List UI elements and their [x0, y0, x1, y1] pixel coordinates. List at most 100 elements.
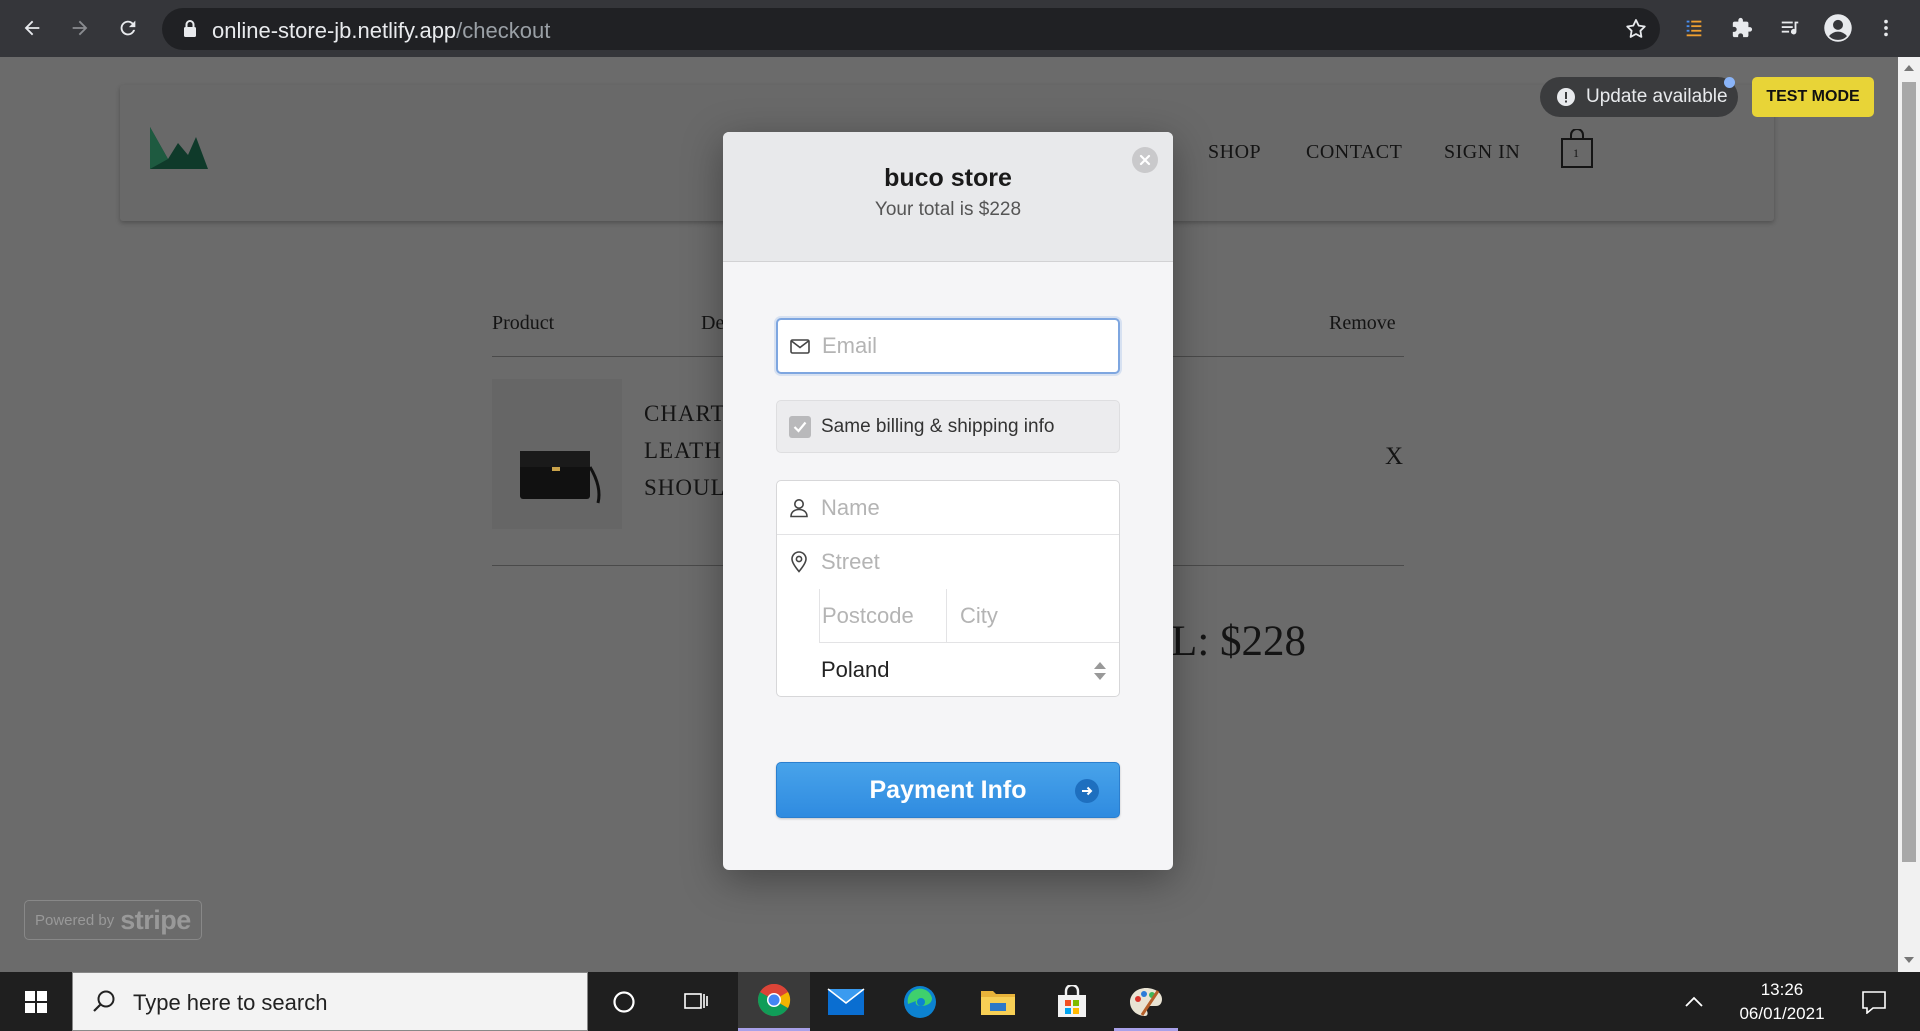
- city-input[interactable]: [947, 589, 1119, 642]
- same-billing-checkbox-row[interactable]: Same billing & shipping info: [776, 400, 1120, 453]
- edge-icon: [904, 985, 936, 1018]
- update-indicator-dot: [1724, 77, 1735, 88]
- nav-contact[interactable]: CONTACT: [1306, 141, 1402, 164]
- modal-header: buco store Your total is $228: [723, 132, 1173, 262]
- alert-circle-icon: [1557, 88, 1575, 106]
- product-name-line: SHOUL: [644, 475, 726, 500]
- header-product: Product: [492, 312, 555, 334]
- street-input[interactable]: [821, 535, 1101, 589]
- paint-palette-icon: [1130, 987, 1162, 1016]
- profile-button[interactable]: [1818, 8, 1858, 48]
- taskbar-clock[interactable]: 13:26 06/01/2021: [1734, 978, 1830, 1026]
- update-label: Update available: [1586, 86, 1728, 107]
- windows-taskbar: Type here to search 13:26 06/01/2021: [0, 972, 1920, 1031]
- update-available-button[interactable]: Update available: [1540, 77, 1738, 117]
- extension-list-button[interactable]: [1674, 8, 1714, 48]
- account-circle-icon: [1824, 14, 1852, 42]
- user-icon: [790, 498, 808, 517]
- cart-count: 1: [1573, 146, 1579, 160]
- nav-sign-in[interactable]: SIGN IN: [1444, 141, 1520, 164]
- folder-icon: [981, 990, 1015, 1015]
- total-line: Your total is $228: [874, 199, 1022, 220]
- scroll-up-arrow-icon[interactable]: [1904, 65, 1914, 71]
- city-field[interactable]: [947, 589, 1119, 643]
- postcode-field[interactable]: [819, 589, 947, 643]
- address-form: Poland: [776, 480, 1120, 697]
- action-center-button[interactable]: [1844, 972, 1904, 1031]
- country-value: Poland: [821, 657, 890, 682]
- url-text: online-store-jb.netlify.app/checkout: [212, 18, 551, 43]
- taskbar-file-explorer[interactable]: [962, 972, 1034, 1031]
- taskbar-store[interactable]: [1036, 972, 1108, 1031]
- stripe-wordmark: stripe: [120, 904, 191, 935]
- start-button[interactable]: [0, 972, 72, 1031]
- mail-app-icon: [827, 987, 865, 1015]
- taskbar-search-placeholder: Type here to search: [133, 990, 328, 1015]
- mail-icon: [790, 339, 810, 354]
- reload-button[interactable]: [108, 8, 148, 48]
- postcode-input[interactable]: [820, 589, 946, 642]
- cart-button[interactable]: 1: [1560, 128, 1594, 174]
- scroll-down-arrow-icon[interactable]: [1904, 957, 1914, 963]
- microsoft-store-icon: [1058, 984, 1086, 1017]
- product-name: CHART LEATH SHOUL: [644, 395, 726, 506]
- reload-icon: [120, 20, 136, 36]
- stripe-checkout-modal: buco store Your total is $228 Same billi…: [723, 132, 1173, 870]
- name-input[interactable]: [821, 481, 1101, 534]
- payment-info-button[interactable]: Payment Info: [776, 762, 1120, 818]
- location-pin-icon: [791, 551, 807, 573]
- address-bar[interactable]: online-store-jb.netlify.app/checkout: [162, 8, 1660, 50]
- scroll-thumb[interactable]: [1902, 82, 1916, 862]
- product-name-line: CHART: [644, 401, 726, 426]
- store-logo-icon[interactable]: [148, 121, 210, 171]
- taskbar-paint[interactable]: [1110, 972, 1182, 1031]
- taskbar-chrome[interactable]: [738, 972, 810, 1031]
- product-name-line: LEATH: [644, 438, 722, 463]
- extensions-button[interactable]: [1722, 8, 1762, 48]
- header-description: De: [701, 312, 725, 334]
- name-field[interactable]: [777, 481, 1119, 535]
- select-arrows-icon: [1094, 662, 1106, 680]
- cortana-button[interactable]: [588, 972, 660, 1031]
- bookmark-star-icon[interactable]: [1624, 17, 1648, 41]
- email-input[interactable]: [822, 320, 1102, 372]
- street-field[interactable]: [777, 535, 1119, 589]
- taskbar-search-box[interactable]: Type here to search: [72, 972, 588, 1031]
- queue-music-icon: [1781, 21, 1799, 35]
- notification-icon: [1862, 990, 1886, 1014]
- cortana-circle-icon: [613, 990, 635, 1013]
- search-icon: [93, 990, 115, 1012]
- test-mode-badge: TEST MODE: [1752, 77, 1874, 117]
- email-field[interactable]: [776, 318, 1120, 374]
- arrow-left-icon: [24, 20, 40, 36]
- taskbar-edge[interactable]: [884, 972, 956, 1031]
- task-view-button[interactable]: [660, 972, 732, 1031]
- nav-shop[interactable]: SHOP: [1208, 141, 1261, 164]
- browser-toolbar: online-store-jb.netlify.app/checkout: [0, 0, 1920, 57]
- same-billing-checkbox[interactable]: [789, 416, 811, 438]
- powered-by-stripe-link[interactable]: Powered by stripe: [24, 900, 202, 940]
- arrow-right-circle-icon: [1075, 779, 1099, 803]
- taskbar-mail[interactable]: [810, 972, 882, 1031]
- media-control-button[interactable]: [1770, 8, 1810, 48]
- forward-button[interactable]: [60, 8, 100, 48]
- task-view-icon: [684, 992, 708, 1009]
- store-name: buco store: [884, 164, 1012, 192]
- remove-item-button[interactable]: X: [1385, 443, 1403, 471]
- handbag-image: [520, 451, 601, 504]
- same-billing-label: Same billing & shipping info: [821, 416, 1055, 437]
- list-extension-icon: [1686, 20, 1702, 37]
- windows-logo-icon: [25, 990, 47, 1013]
- back-button[interactable]: [12, 8, 52, 48]
- product-image: [492, 379, 622, 529]
- clock-date: 06/01/2021: [1739, 1004, 1825, 1023]
- close-modal-button[interactable]: [1132, 147, 1158, 173]
- powered-by-label: Powered by: [35, 911, 115, 929]
- chevron-up-icon: [1685, 996, 1703, 1007]
- chrome-menu-button[interactable]: [1866, 8, 1906, 48]
- show-hidden-icons-button[interactable]: [1670, 972, 1718, 1031]
- page-scrollbar[interactable]: [1898, 57, 1920, 972]
- country-select[interactable]: Poland: [821, 643, 1117, 697]
- payment-info-label: Payment Info: [869, 775, 1027, 804]
- more-vert-icon: [1884, 19, 1888, 37]
